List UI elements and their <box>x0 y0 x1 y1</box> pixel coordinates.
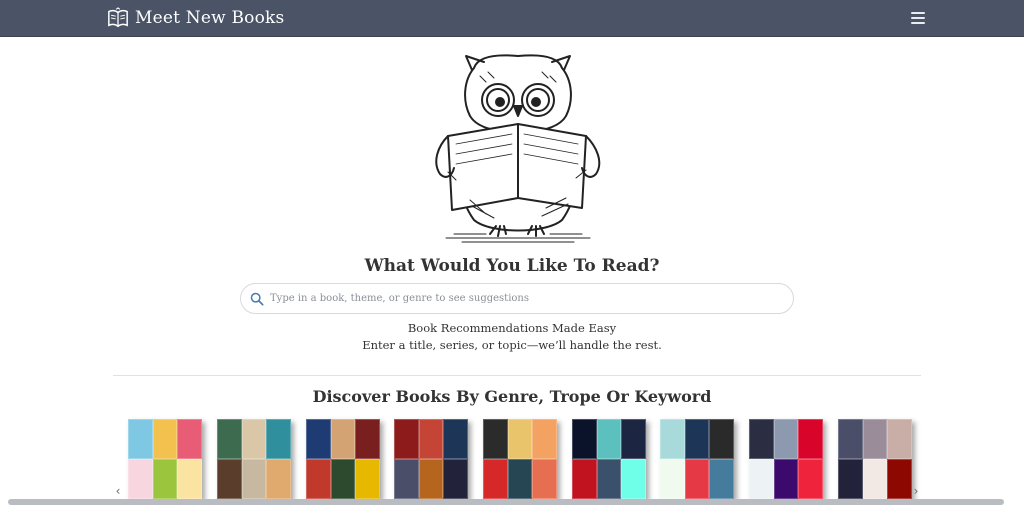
genre-tile[interactable] <box>572 419 646 499</box>
tagline-title: Book Recommendations Made Easy <box>407 321 617 335</box>
page-headline: What Would You Like To Read? <box>364 256 660 276</box>
chevron-left-icon[interactable]: ‹ <box>113 484 123 498</box>
brand-name: Meet New Books <box>135 8 285 28</box>
genre-tile[interactable] <box>394 419 468 499</box>
hamburger-menu-icon[interactable] <box>911 12 925 24</box>
genre-section-title: Discover Books By Genre, Trope Or Keywor… <box>312 387 712 406</box>
genre-tile[interactable] <box>483 419 557 499</box>
genre-tile[interactable] <box>838 419 912 499</box>
search-input[interactable] <box>270 293 770 304</box>
section-divider <box>113 375 921 376</box>
genre-tile[interactable] <box>749 419 823 499</box>
genre-tile[interactable] <box>660 419 734 499</box>
search-bar[interactable] <box>240 283 794 314</box>
brand-link[interactable]: Meet New Books <box>107 7 284 29</box>
tagline-description: Enter a title, series, or topic—we’ll ha… <box>362 338 662 352</box>
search-icon <box>250 292 264 306</box>
genre-tile[interactable] <box>217 419 291 499</box>
owl-reading-book-illustration <box>435 54 601 243</box>
top-navbar: Meet New Books <box>0 0 1024 37</box>
genre-tile[interactable] <box>128 419 202 499</box>
genre-tile[interactable] <box>306 419 380 499</box>
horizontal-scrollbar[interactable] <box>8 499 1004 505</box>
open-book-icon <box>108 7 128 28</box>
chevron-right-icon[interactable]: › <box>911 484 921 498</box>
